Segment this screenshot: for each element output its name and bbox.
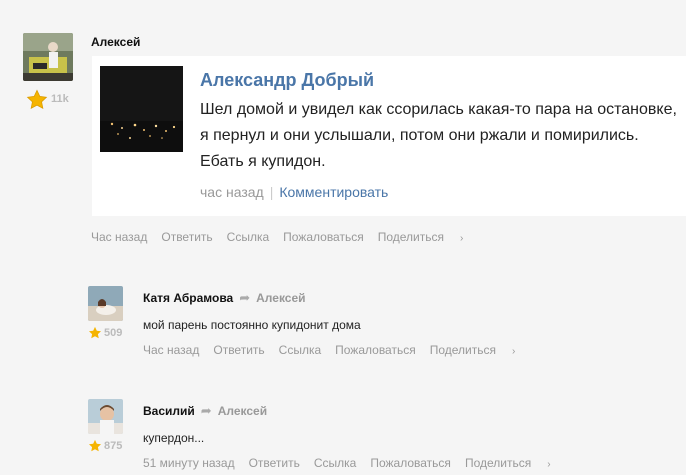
post-author[interactable]: Алексей	[91, 35, 140, 49]
report-button[interactable]: Пожаловаться	[370, 456, 451, 470]
comment-header: Катя Абрамова ➦ Алексей	[143, 290, 306, 306]
link-button[interactable]: Ссылка	[314, 456, 356, 470]
comment-text: купердон...	[143, 431, 205, 445]
share-button[interactable]: Поделиться ›	[378, 230, 464, 244]
quoted-post-image	[100, 66, 183, 152]
reply-to-user[interactable]: Алексей	[218, 404, 267, 418]
share-button[interactable]: Поделиться ›	[430, 343, 516, 357]
chevron-right-icon: ›	[547, 459, 551, 470]
chevron-right-icon: ›	[511, 346, 516, 357]
author-avatar[interactable]	[23, 33, 73, 81]
quoted-meta: час назад | Комментировать	[200, 184, 388, 200]
star-icon	[88, 439, 102, 458]
star-icon	[26, 89, 48, 116]
rating-count: 509	[104, 327, 123, 339]
quoted-author-name[interactable]: Александр Добрый	[200, 70, 374, 91]
link-button[interactable]: Ссылка	[227, 230, 269, 244]
comment-text: мой парень постоянно купидонит дома	[143, 318, 361, 332]
comment-actions: 51 минуту назад Ответить Ссылка Пожаловатьс…	[143, 456, 551, 470]
comment-link[interactable]: Комментировать	[279, 184, 388, 200]
reply-button[interactable]: Ответить	[249, 456, 300, 470]
rating-count: 11k	[51, 93, 69, 105]
share-arrow-icon: ➦	[239, 290, 251, 305]
quoted-time: час назад	[200, 184, 264, 200]
quoted-text: Шел домой и увидел как ссорилась какая-т…	[200, 101, 677, 170]
link-button[interactable]: Ссылка	[279, 343, 321, 357]
rating-count: 875	[104, 440, 123, 452]
report-button[interactable]: Пожаловаться	[283, 230, 364, 244]
comment-rating: 875	[88, 439, 122, 458]
share-label: Поделиться	[377, 230, 444, 244]
meta-separator: |	[269, 184, 274, 200]
share-button[interactable]: Поделиться ›	[465, 456, 551, 470]
comment-author[interactable]: Василий	[143, 404, 195, 418]
quoted-post-card: Александр Добрый Шел домой и увидел как …	[92, 56, 686, 216]
comment-actions: Час назад Ответить Ссылка Пожаловаться Подел…	[143, 343, 515, 357]
reply-button[interactable]: Ответить	[213, 343, 264, 357]
share-label: Поделиться	[464, 456, 532, 470]
reply-button[interactable]: Ответить	[161, 230, 212, 244]
post-actions: Час назад Ответить Ссылка Пожаловаться Подел…	[91, 230, 463, 244]
share-label: Поделиться	[429, 343, 496, 357]
comment-time-link[interactable]: 51 минуту назад	[143, 456, 235, 470]
reply-to-user[interactable]: Алексей	[256, 291, 305, 305]
comment-author[interactable]: Катя Абрамова	[143, 291, 233, 305]
chevron-right-icon: ›	[459, 233, 464, 244]
comment-avatar[interactable]	[88, 399, 123, 434]
comment-header: Василий ➦ Алексей	[143, 403, 267, 419]
report-button[interactable]: Пожаловаться	[335, 343, 416, 357]
star-icon	[88, 326, 102, 345]
comment-time-link[interactable]: Час назад	[143, 343, 199, 357]
post-time-link[interactable]: Час назад	[91, 230, 147, 244]
share-arrow-icon: ➦	[200, 403, 212, 418]
comment-avatar[interactable]	[88, 286, 123, 321]
comment-rating: 509	[88, 326, 122, 345]
author-rating: 11k	[26, 89, 69, 116]
